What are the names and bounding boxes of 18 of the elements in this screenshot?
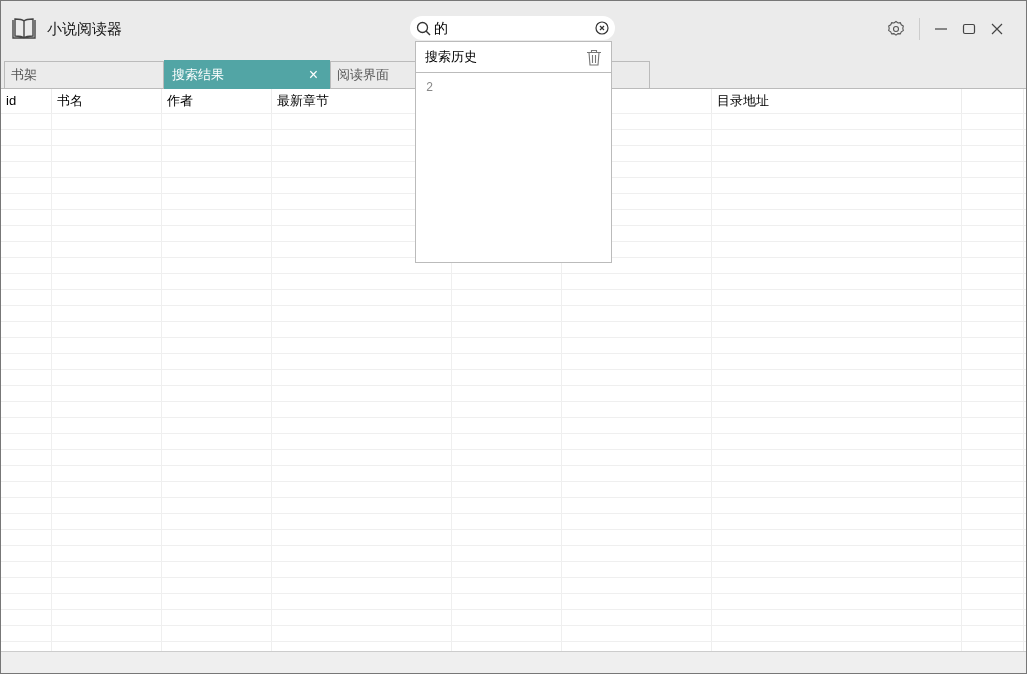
- close-icon[interactable]: [990, 22, 1004, 36]
- history-title: 搜索历史: [425, 48, 477, 67]
- column-header: 作者: [167, 92, 193, 111]
- maximize-icon[interactable]: [962, 22, 976, 36]
- book-icon: [11, 16, 37, 42]
- column-header: id: [6, 92, 17, 111]
- column-header: 最新章节: [277, 92, 329, 111]
- search-icon: [416, 20, 431, 36]
- history-item[interactable]: 2: [416, 79, 611, 97]
- tab[interactable]: 书架: [4, 61, 164, 88]
- search-field[interactable]: 的: [410, 16, 615, 40]
- settings-icon[interactable]: [887, 20, 905, 38]
- column-header: 目录地址: [717, 92, 769, 111]
- search-input[interactable]: 的: [434, 17, 592, 39]
- column-header: 书名: [57, 92, 83, 111]
- clear-icon[interactable]: [595, 21, 609, 35]
- trash-icon[interactable]: [586, 48, 602, 66]
- window-title: 小说阅读器: [47, 18, 122, 39]
